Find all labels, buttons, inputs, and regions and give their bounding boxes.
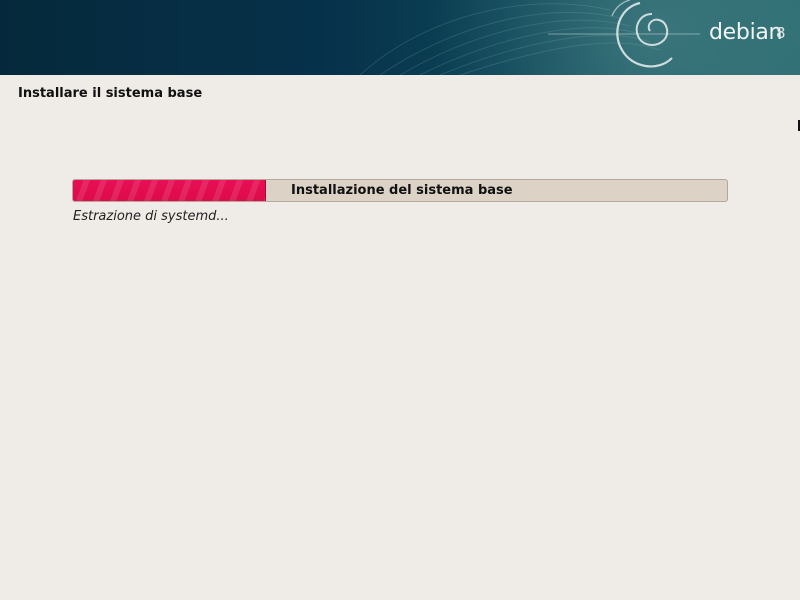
progress-label: Installazione del sistema base	[291, 183, 513, 198]
debian-logo-text: debian	[709, 20, 783, 45]
banner-decoration	[0, 0, 800, 75]
header-banner: debian 8	[0, 0, 800, 75]
progress-fill	[73, 180, 266, 201]
installer-screen: debian 8 Installare il sistema base Inst…	[0, 0, 800, 600]
debian-version: 8	[776, 24, 786, 42]
progress-status: Estrazione di systemd...	[73, 209, 229, 224]
page-title: Installare il sistema base	[18, 86, 203, 101]
install-progress-bar: Installazione del sistema base	[72, 179, 728, 202]
